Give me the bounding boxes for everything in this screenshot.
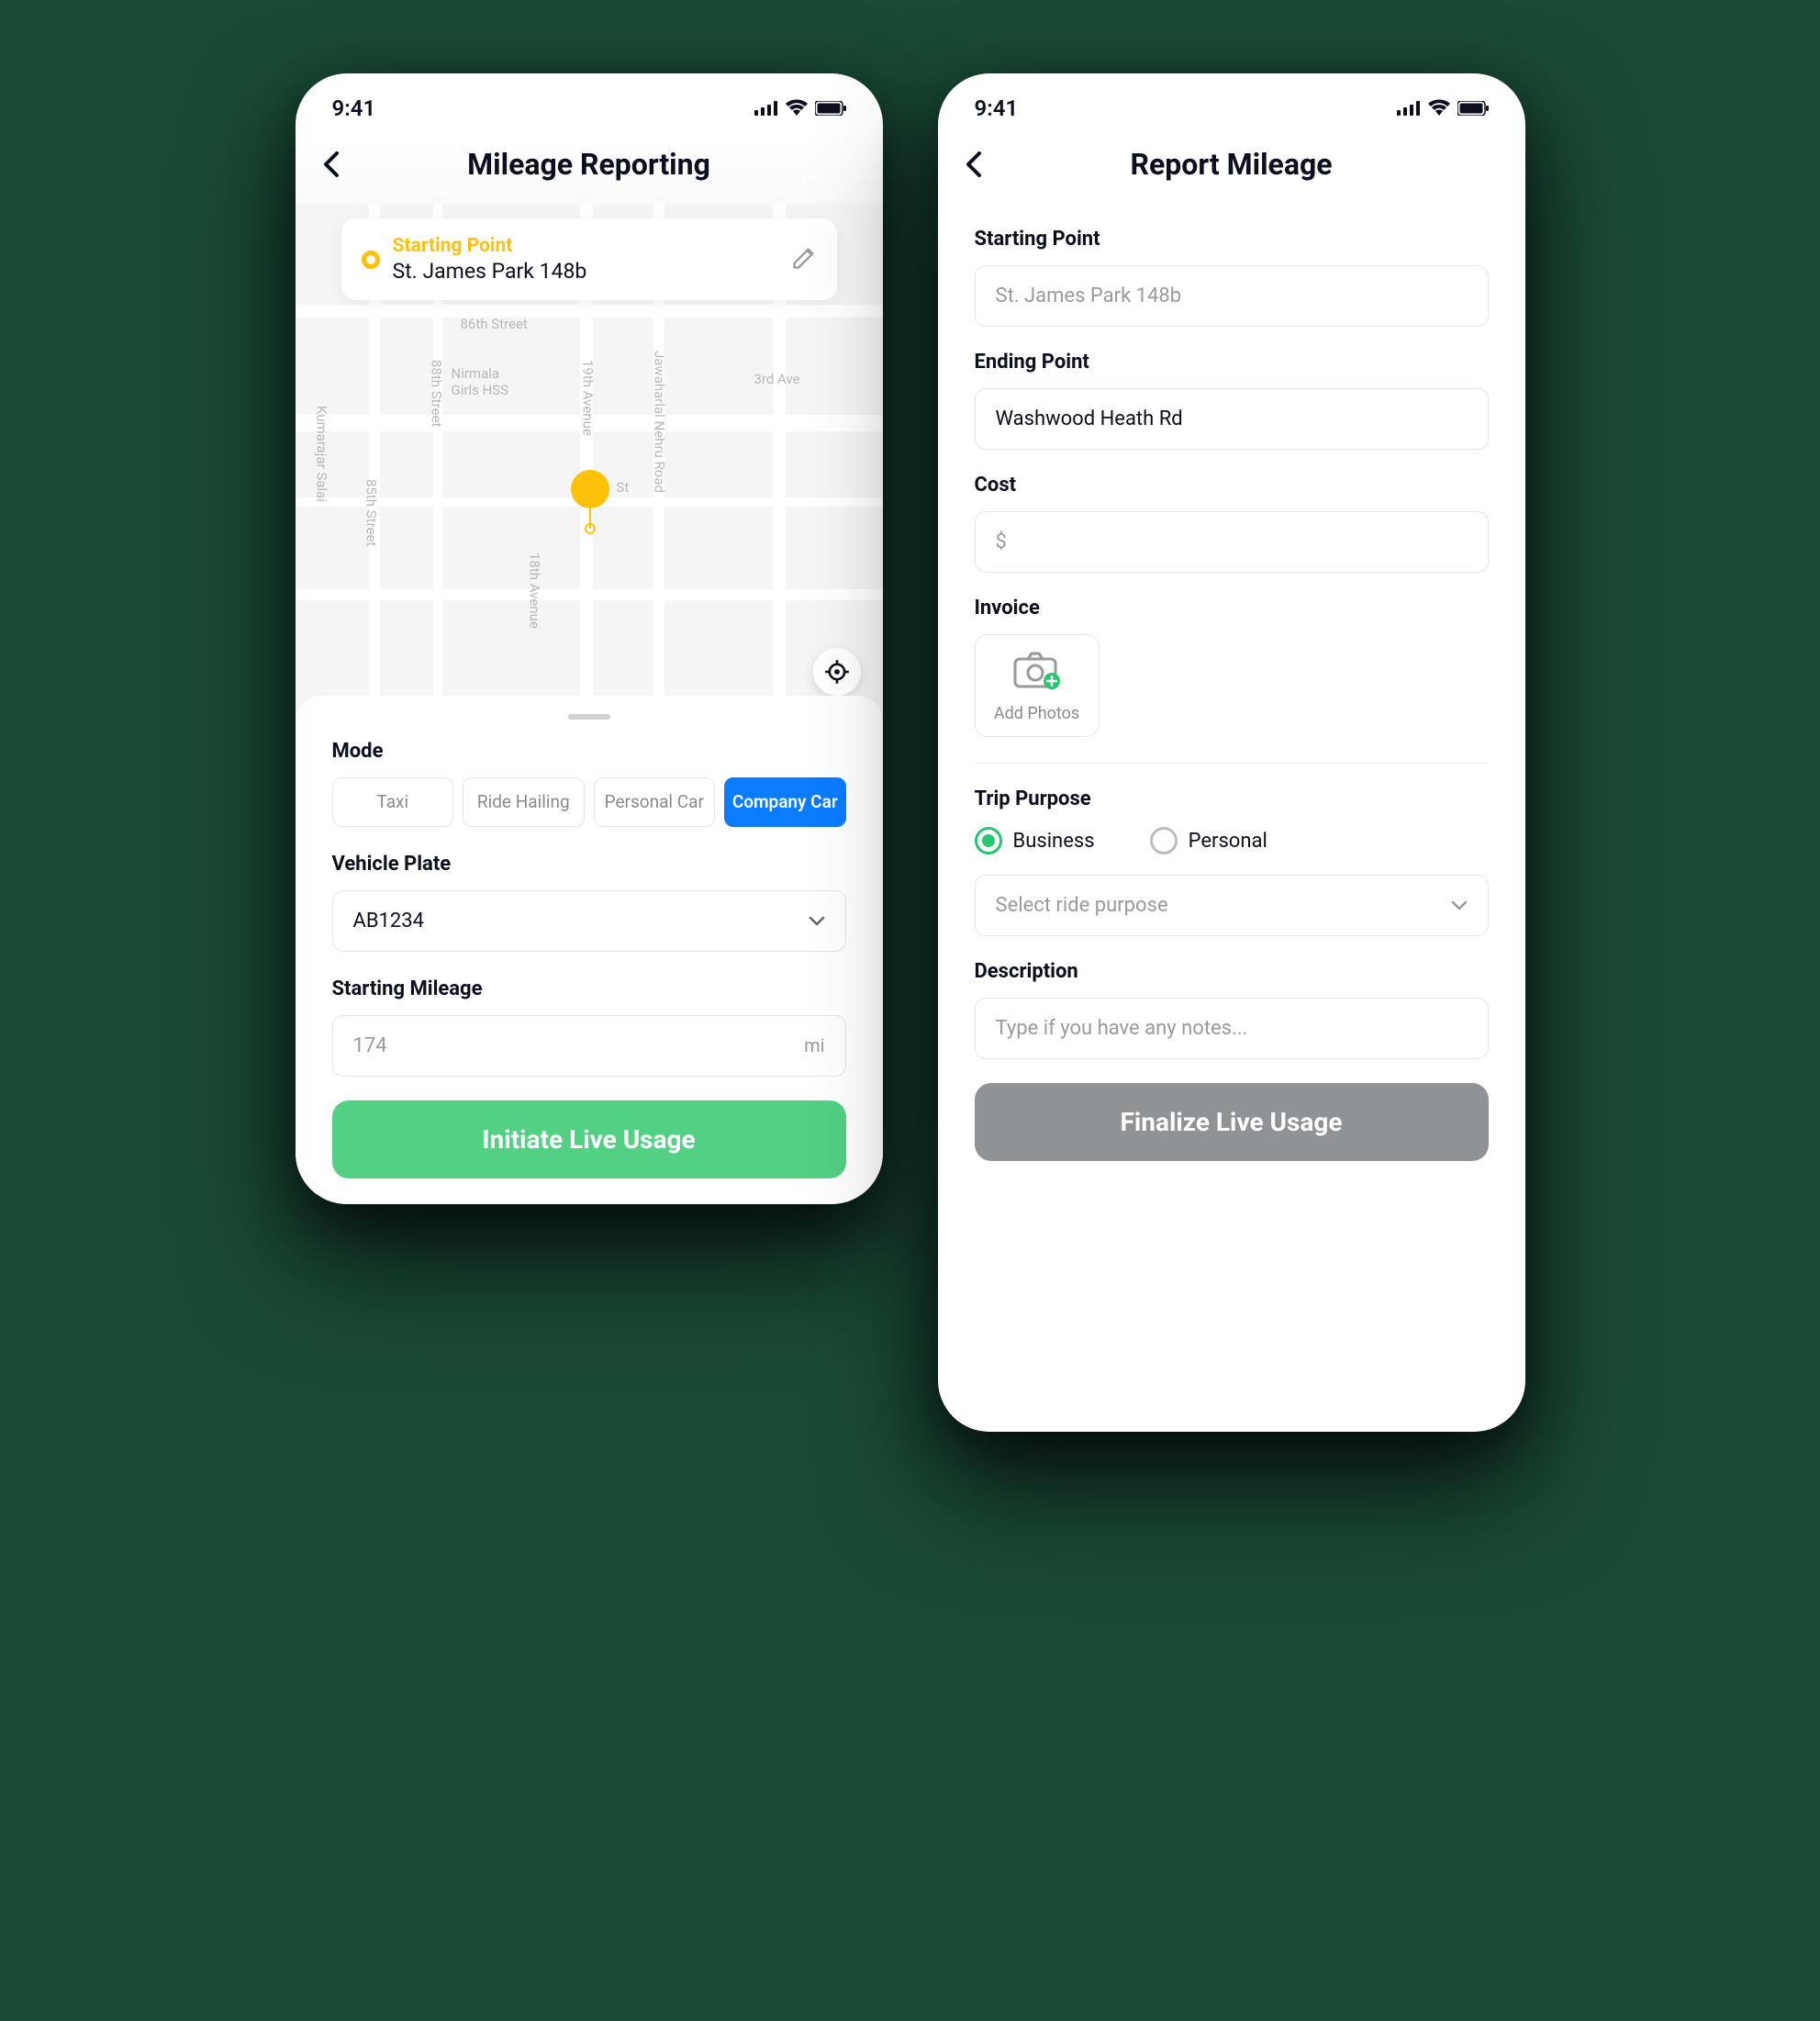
map[interactable]: 86th Street Nirmala Girls HSS 3rd Ave 19… (296, 204, 883, 718)
mode-option-company-car[interactable]: Company Car (724, 777, 846, 827)
starting-mileage-value: 174 (353, 1034, 387, 1057)
mode-option-ride-hailing[interactable]: Ride Hailing (463, 777, 585, 827)
cellular-icon (754, 95, 778, 121)
mode-option-taxi[interactable]: Taxi (332, 777, 454, 827)
bottom-sheet: Mode Taxi Ride Hailing Personal Car Comp… (296, 696, 883, 1204)
ending-point-label: Ending Point (975, 351, 1489, 374)
cost-input[interactable]: $ (975, 511, 1489, 573)
drag-handle[interactable] (568, 714, 610, 720)
trip-purpose-radios: Business Personal (975, 827, 1489, 854)
finalize-live-usage-button[interactable]: Finalize Live Usage (975, 1083, 1489, 1161)
map-label: 88th Street (429, 360, 445, 427)
radio-icon (975, 827, 1002, 854)
page-title: Report Mileage (966, 147, 1498, 182)
cost-prefix: $ (996, 530, 1007, 553)
starting-point-label: Starting Point (975, 228, 1489, 251)
radio-label: Business (1013, 830, 1095, 853)
wifi-icon (786, 95, 808, 121)
radio-business[interactable]: Business (975, 827, 1095, 854)
starting-point-card[interactable]: Starting Point St. James Park 148b (341, 218, 837, 300)
mode-segmented-control: Taxi Ride Hailing Personal Car Company C… (332, 777, 846, 827)
pencil-icon[interactable] (791, 245, 817, 274)
wifi-icon (1428, 95, 1450, 121)
form: Starting Point St. James Park 148b Endin… (938, 228, 1525, 1187)
status-bar: 9:41 (938, 73, 1525, 132)
header: Mileage Reporting (296, 132, 883, 204)
back-button[interactable] (966, 151, 982, 177)
map-label: 85th Street (363, 479, 380, 546)
starting-mileage-input[interactable]: 174 mi (332, 1015, 846, 1077)
status-icons (1397, 95, 1489, 121)
battery-icon (1457, 95, 1489, 121)
status-bar: 9:41 (296, 73, 883, 132)
status-time: 9:41 (975, 95, 1019, 121)
mileage-unit: mi (804, 1034, 824, 1056)
mode-label: Mode (332, 740, 846, 763)
mode-option-personal-car[interactable]: Personal Car (594, 777, 716, 827)
ending-point-value: Washwood Heath Rd (996, 408, 1183, 430)
cost-label: Cost (975, 474, 1489, 497)
starting-mileage-label: Starting Mileage (332, 977, 846, 1000)
status-icons (754, 95, 846, 121)
phone-report-mileage: 9:41 Report Mileage Starting Point St. J… (938, 73, 1525, 1432)
starting-point-address: St. James Park 148b (393, 259, 778, 284)
add-photos-label: Add Photos (994, 704, 1079, 723)
crosshair-icon (824, 659, 850, 685)
invoice-label: Invoice (975, 597, 1489, 620)
locate-button[interactable] (813, 648, 861, 696)
map-label: 86th Street (461, 316, 528, 332)
ride-purpose-placeholder: Select ride purpose (996, 894, 1168, 917)
add-photos-button[interactable]: Add Photos (975, 634, 1100, 737)
map-label: 3rd Ave (754, 371, 800, 387)
radio-icon (1150, 827, 1178, 854)
chevron-down-icon (809, 910, 825, 932)
map-label: 18th Avenue (527, 553, 543, 629)
initiate-live-usage-button[interactable]: Initiate Live Usage (332, 1100, 846, 1178)
description-placeholder: Type if you have any notes... (996, 1017, 1248, 1040)
ending-point-input[interactable]: Washwood Heath Rd (975, 388, 1489, 450)
starting-point-input[interactable]: St. James Park 148b (975, 265, 1489, 327)
map-label: 19th Avenue (580, 360, 597, 436)
phone-mileage-reporting: 9:41 Mileage Reporting 86th Street Nirma… (296, 73, 883, 1204)
map-pin-icon (571, 470, 609, 508)
page-title: Mileage Reporting (323, 147, 855, 182)
map-label: Jawaharlal Nehru Road (652, 351, 668, 493)
back-button[interactable] (323, 151, 340, 177)
start-marker-icon (362, 251, 380, 269)
camera-plus-icon (1013, 652, 1061, 695)
cellular-icon (1397, 95, 1421, 121)
chevron-down-icon (1451, 894, 1468, 917)
description-label: Description (975, 960, 1489, 983)
vehicle-plate-select[interactable]: AB1234 (332, 890, 846, 952)
trip-purpose-label: Trip Purpose (975, 787, 1489, 810)
ride-purpose-select[interactable]: Select ride purpose (975, 875, 1489, 936)
battery-icon (815, 95, 846, 121)
vehicle-plate-value: AB1234 (353, 910, 425, 932)
map-label: Kumarajar Salai (314, 406, 330, 502)
header: Report Mileage (938, 132, 1525, 204)
radio-personal[interactable]: Personal (1150, 827, 1267, 854)
map-label: Nirmala Girls HSS (452, 365, 509, 398)
vehicle-plate-label: Vehicle Plate (332, 853, 846, 876)
status-time: 9:41 (332, 95, 376, 121)
divider (975, 763, 1489, 764)
radio-label: Personal (1189, 830, 1267, 853)
starting-point-placeholder: St. James Park 148b (996, 285, 1182, 307)
starting-point-text: Starting Point St. James Park 148b (393, 235, 778, 284)
map-label: St (617, 479, 630, 496)
description-input[interactable]: Type if you have any notes... (975, 998, 1489, 1059)
starting-point-label: Starting Point (393, 235, 778, 257)
